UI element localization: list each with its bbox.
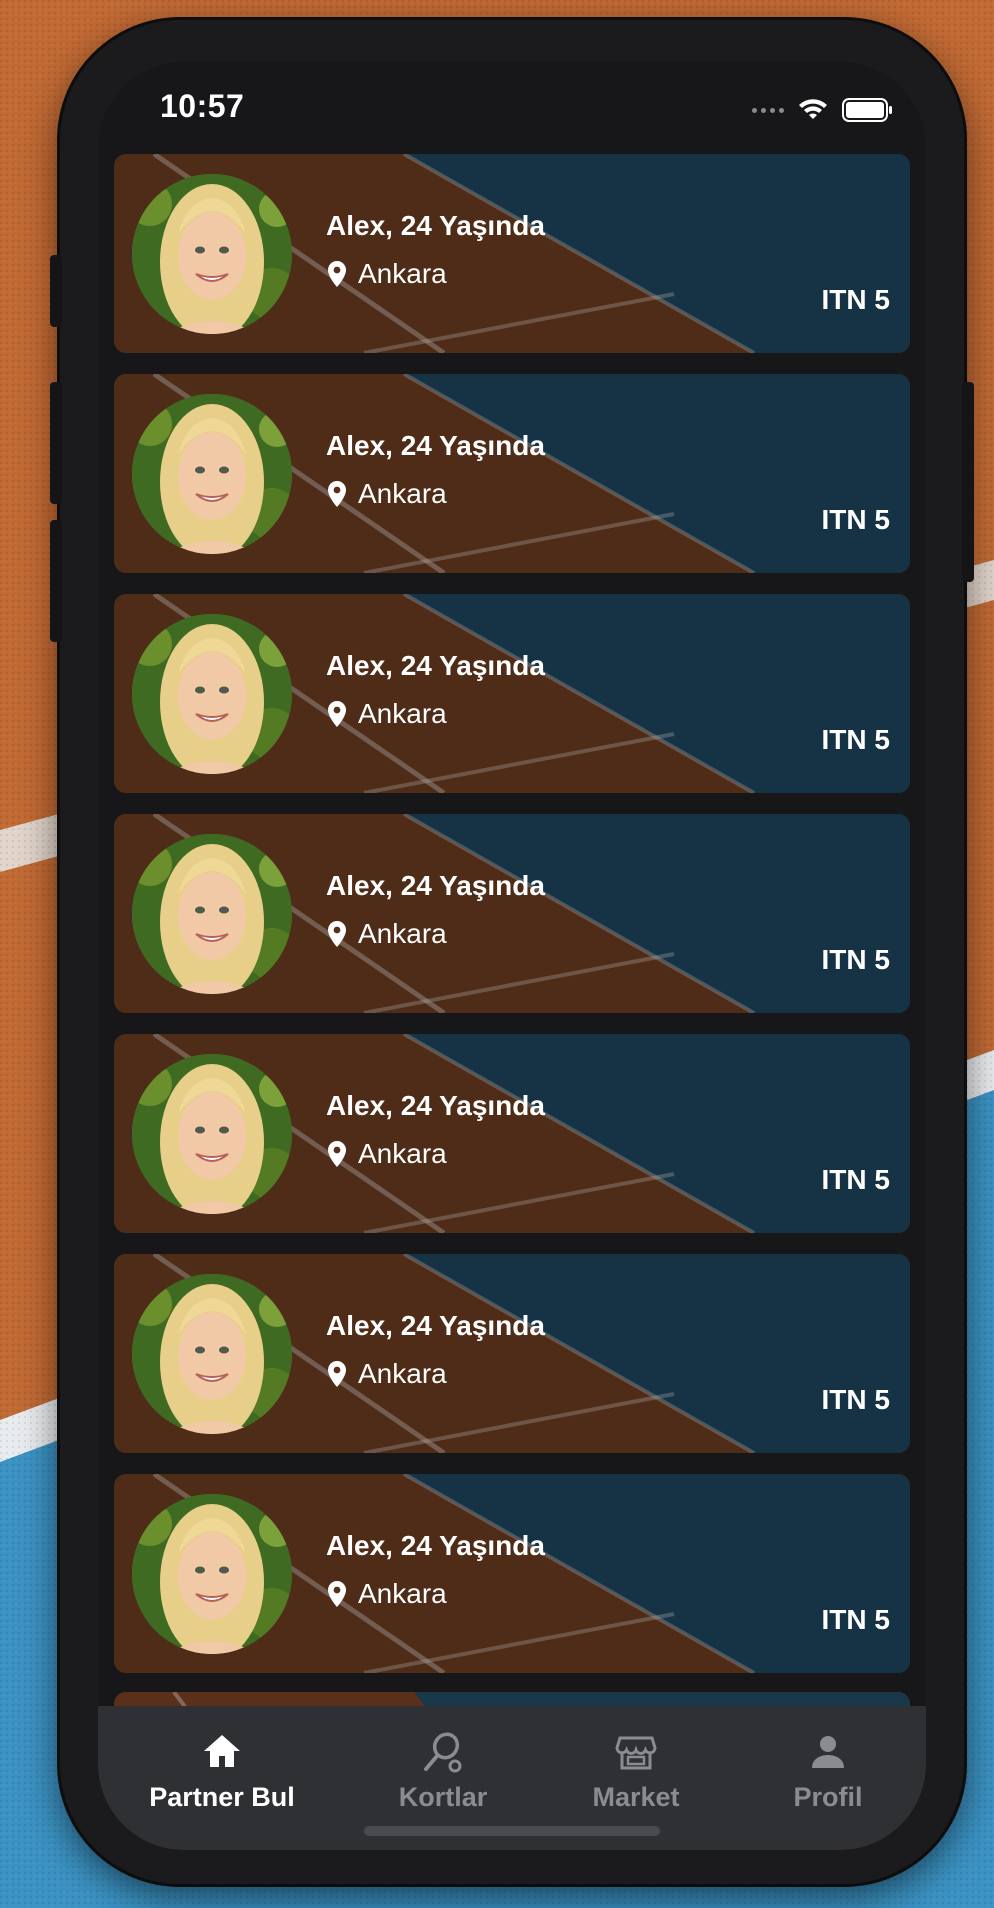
partner-card[interactable]: Alex, 24 Yaşında Ankara ITN 5 bbox=[114, 594, 910, 793]
app-screen: 10:57 Alex, 24 Yaşında Ankara ITN 5 Alex… bbox=[98, 62, 926, 1850]
location-pin-icon bbox=[328, 1141, 346, 1167]
partner-name: Alex, 24 Yaşında bbox=[326, 1310, 545, 1341]
tab-label: Market bbox=[592, 1782, 680, 1812]
partner-name: Alex, 24 Yaşında bbox=[326, 1530, 545, 1561]
tab-market[interactable]: Market bbox=[536, 1706, 736, 1826]
home-indicator bbox=[364, 1826, 660, 1836]
location-pin-icon bbox=[328, 1581, 346, 1607]
person-icon bbox=[812, 1736, 844, 1768]
partner-location: Ankara bbox=[358, 258, 447, 289]
itn-level: ITN 5 bbox=[821, 284, 890, 315]
partner-name: Alex, 24 Yaşında bbox=[326, 870, 545, 901]
itn-level: ITN 5 bbox=[821, 1384, 890, 1415]
battery-icon bbox=[842, 98, 892, 122]
partner-card[interactable]: Alex, 24 Yaşında Ankara ITN 5 bbox=[114, 814, 910, 1013]
partner-name: Alex, 24 Yaşında bbox=[326, 430, 545, 461]
partner-location: Ankara bbox=[358, 1578, 447, 1609]
mute-switch bbox=[50, 255, 62, 327]
partner-card[interactable]: Alex, 24 Yaşında Ankara ITN 5 bbox=[114, 1474, 910, 1673]
avatar bbox=[132, 394, 292, 554]
partner-location: Ankara bbox=[358, 478, 447, 509]
itn-level: ITN 5 bbox=[821, 504, 890, 535]
location-pin-icon bbox=[328, 701, 346, 727]
partner-location: Ankara bbox=[358, 918, 447, 949]
partner-card[interactable]: Alex, 24 Yaşında Ankara ITN 5 bbox=[114, 1254, 910, 1453]
tab-label: Partner Bul bbox=[149, 1782, 295, 1812]
itn-level: ITN 5 bbox=[821, 1164, 890, 1195]
itn-level: ITN 5 bbox=[821, 944, 890, 975]
store-icon bbox=[615, 1736, 657, 1770]
wifi-icon bbox=[799, 99, 827, 119]
partner-card[interactable]: Alex, 24 Yaşında Ankara ITN 5 bbox=[114, 154, 910, 353]
partner-card[interactable]: Alex, 24 Yaşında Ankara ITN 5 bbox=[114, 374, 910, 573]
power-button bbox=[962, 382, 974, 582]
volume-down-button bbox=[50, 520, 62, 642]
avatar bbox=[132, 1054, 292, 1214]
partner-name: Alex, 24 Yaşında bbox=[326, 1090, 545, 1121]
volume-up-button bbox=[50, 382, 62, 504]
partner-location: Ankara bbox=[358, 1138, 447, 1169]
location-pin-icon bbox=[328, 921, 346, 947]
status-bar: 10:57 bbox=[98, 62, 926, 152]
partner-location: Ankara bbox=[358, 698, 447, 729]
itn-level: ITN 5 bbox=[821, 1604, 890, 1635]
tennis-racket-icon bbox=[424, 1732, 462, 1773]
avatar bbox=[132, 1494, 292, 1654]
partner-name: Alex, 24 Yaşında bbox=[326, 650, 545, 681]
tab-kortlar[interactable]: Kortlar bbox=[343, 1706, 543, 1826]
itn-level: ITN 5 bbox=[821, 724, 890, 755]
signal-icon bbox=[752, 107, 784, 113]
tab-profil[interactable]: Profil bbox=[728, 1706, 926, 1826]
tab-partner-bul[interactable]: Partner Bul bbox=[122, 1706, 322, 1826]
tab-label: Profil bbox=[793, 1782, 863, 1812]
avatar bbox=[132, 174, 292, 334]
tab-label: Kortlar bbox=[398, 1782, 488, 1812]
location-pin-icon bbox=[328, 1361, 346, 1387]
location-pin-icon bbox=[328, 261, 346, 287]
partner-name: Alex, 24 Yaşında bbox=[326, 210, 545, 241]
avatar bbox=[132, 614, 292, 774]
partner-location: Ankara bbox=[358, 1358, 447, 1389]
partner-card[interactable]: Alex, 24 Yaşında Ankara ITN 5 bbox=[114, 1034, 910, 1233]
avatar bbox=[132, 1274, 292, 1434]
home-icon bbox=[204, 1735, 240, 1767]
status-time: 10:57 bbox=[160, 88, 245, 124]
location-pin-icon bbox=[328, 481, 346, 507]
avatar bbox=[132, 834, 292, 994]
